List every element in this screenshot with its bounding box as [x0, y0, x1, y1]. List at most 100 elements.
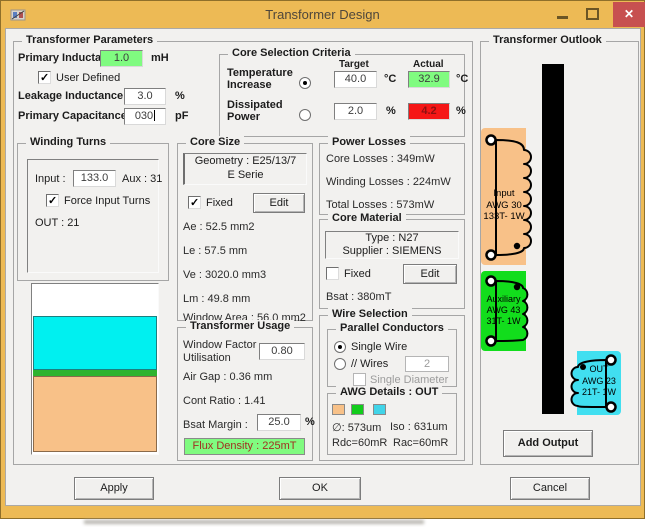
- temperature-actual-unit: °C: [456, 73, 468, 85]
- core-ae-text: Ae : 52.5 mm2: [183, 221, 255, 233]
- group-title: Winding Turns: [26, 136, 110, 148]
- dissipated-power-radio[interactable]: [299, 109, 311, 121]
- material-fixed-label: Fixed: [344, 268, 371, 280]
- core-size-fixed-checkbox[interactable]: [188, 196, 201, 209]
- cancel-button[interactable]: Cancel: [510, 477, 590, 500]
- winding-input[interactable]: Input AWG 30 133T- 1W: [481, 128, 538, 265]
- terminal-dot: [487, 136, 496, 145]
- leakage-inductance-label: Leakage Inductance: [18, 90, 123, 102]
- window-factor-label: Window FactorUtilisation: [183, 339, 256, 365]
- minimize-icon[interactable]: [557, 16, 568, 19]
- wire-rdc-text: Rdc=60mR: [332, 437, 387, 449]
- temperature-target-unit: °C: [384, 73, 396, 85]
- primary-inductance-unit: mH: [151, 52, 169, 64]
- window-title: Transformer Design: [1, 7, 644, 22]
- power-target-unit: %: [386, 105, 396, 117]
- bsat-margin-field[interactable]: 25.0: [257, 414, 301, 431]
- flux-density-badge: Flux Density : 225mT: [184, 438, 305, 455]
- core-ve-text: Ve : 3020.0 mm3: [183, 269, 266, 281]
- dissipated-power-label: DissipatedPower: [227, 99, 283, 123]
- text-cursor: [154, 110, 155, 121]
- core-size-fixed-label: Fixed: [206, 197, 233, 209]
- air-gap-text: Air Gap : 0.36 mm: [183, 371, 272, 383]
- single-wire-label: Single Wire: [351, 341, 407, 353]
- wire-diameter-text: ∅: 573um: [332, 421, 381, 434]
- core-losses-text: Core Losses : 349mW: [326, 153, 435, 165]
- material-edit-button[interactable]: Edit: [403, 264, 457, 284]
- bsat-margin-unit: %: [305, 416, 315, 428]
- material-type-button[interactable]: Type : N27Supplier : SIEMENS: [325, 231, 459, 259]
- close-icon[interactable]: ✕: [613, 2, 645, 27]
- winding-out[interactable]: OUT AWG 23 21T- 1W: [567, 351, 621, 415]
- bsat-text: Bsat : 380mT: [326, 291, 391, 303]
- group-title: Transformer Parameters: [22, 34, 157, 46]
- target-header: Target: [339, 59, 369, 70]
- group-title: Power Losses: [328, 136, 410, 148]
- window-factor-field[interactable]: 0.80: [259, 343, 305, 360]
- ok-button[interactable]: OK: [279, 477, 361, 500]
- single-wire-radio[interactable]: [334, 341, 346, 353]
- add-output-button[interactable]: Add Output: [503, 430, 593, 457]
- leakage-inductance-field[interactable]: 3.0: [124, 88, 166, 105]
- core-size-edit-button[interactable]: Edit: [253, 193, 305, 213]
- leakage-inductance-unit: %: [175, 90, 185, 102]
- primary-capacitance-label: Primary Capacitance: [18, 110, 127, 122]
- winding-auxiliary[interactable]: Auxiliary AWG 43 31T- 1W: [481, 271, 538, 351]
- polarity-dot: [514, 284, 520, 290]
- primary-capacitance-unit: pF: [175, 110, 188, 122]
- geometry-button[interactable]: Geometry : E25/13/7E Serie: [183, 153, 307, 185]
- group-title: Core Selection Criteria: [228, 47, 355, 59]
- bsat-margin-label: Bsat Margin :: [183, 419, 248, 431]
- temperature-target-field[interactable]: 40.0: [334, 71, 377, 88]
- group-title: Wire Selection: [328, 308, 412, 320]
- power-actual-field: 4.2: [408, 103, 450, 120]
- single-diameter-label: Single Diameter: [370, 374, 448, 386]
- awg-out-swatch[interactable]: [373, 404, 386, 415]
- group-title: Core Size: [186, 136, 244, 148]
- force-input-turns-label: Force Input Turns: [64, 195, 150, 207]
- force-input-turns-checkbox[interactable]: [46, 194, 59, 207]
- group-title: Transformer Usage: [186, 320, 294, 332]
- cross-section-out-band: [33, 316, 157, 370]
- awg-input-swatch[interactable]: [332, 404, 345, 415]
- terminal-dot: [607, 403, 616, 412]
- input-turns-field[interactable]: 133.0: [73, 170, 116, 187]
- winding-out-label: OUT AWG 23 21T- 1W: [578, 364, 620, 399]
- group-title: Transformer Outlook: [489, 34, 606, 46]
- titlebar[interactable]: Transformer Design ✕: [1, 1, 644, 28]
- parallel-wires-count-field[interactable]: 2: [405, 356, 449, 372]
- maximize-icon[interactable]: [586, 8, 599, 20]
- polarity-dot: [514, 243, 520, 249]
- out-turns-text: OUT : 21: [35, 217, 79, 229]
- user-defined-checkbox[interactable]: [38, 71, 51, 84]
- parallel-wires-radio[interactable]: [334, 358, 346, 370]
- power-target-field[interactable]: 2.0: [334, 103, 377, 120]
- wire-rac-text: Rac=60mR: [393, 437, 448, 449]
- winding-input-label: Input AWG 30 133T- 1W: [481, 188, 527, 223]
- awg-aux-swatch[interactable]: [351, 404, 364, 415]
- primary-capacitance-field[interactable]: 030: [124, 108, 166, 125]
- power-actual-unit: %: [456, 105, 466, 117]
- parallel-wires-label: // Wires: [351, 358, 388, 370]
- apply-button[interactable]: Apply: [74, 477, 154, 500]
- terminal-dot: [487, 251, 496, 260]
- winding-auxiliary-label: Auxiliary AWG 43 31T- 1W: [481, 294, 526, 327]
- aux-turns-text: Aux : 31: [122, 173, 162, 185]
- material-fixed-checkbox[interactable]: [326, 267, 339, 280]
- total-losses-text: Total Losses : 573mW: [326, 199, 434, 211]
- temperature-increase-radio[interactable]: [299, 77, 311, 89]
- cont-ratio-text: Cont Ratio : 1.41: [183, 395, 266, 407]
- user-defined-label: User Defined: [56, 72, 120, 84]
- single-diameter-checkbox[interactable]: [353, 373, 366, 386]
- wire-iso-text: Iso : 631um: [390, 421, 447, 433]
- terminal-dot: [487, 337, 496, 346]
- temperature-actual-field: 32.9: [408, 71, 450, 88]
- temperature-increase-label: TemperatureIncrease: [227, 67, 293, 91]
- winding-cross-section: [31, 283, 159, 455]
- core-le-text: Le : 57.5 mm: [183, 245, 247, 257]
- group-title: Core Material: [328, 212, 406, 224]
- group-title: Parallel Conductors: [336, 322, 448, 334]
- primary-inductance-field[interactable]: 1.0: [100, 50, 143, 67]
- window-shadow: [84, 520, 424, 524]
- core-lm-text: Lm : 49.8 mm: [183, 293, 250, 305]
